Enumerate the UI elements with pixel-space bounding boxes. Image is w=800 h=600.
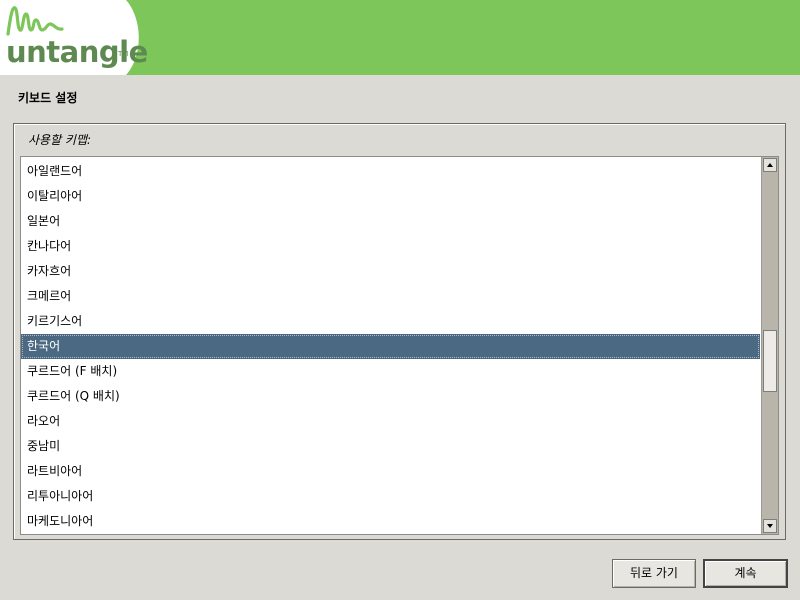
scroll-up-button[interactable] bbox=[763, 158, 777, 172]
list-item[interactable]: 리투아니아어 bbox=[21, 484, 760, 509]
list-item[interactable]: 아일랜드어 bbox=[21, 159, 760, 184]
list-item[interactable]: 카자흐어 bbox=[21, 259, 760, 284]
keymap-label: 사용할 키맵: bbox=[28, 133, 92, 147]
untangle-logo: untangle TM bbox=[0, 0, 148, 75]
scroll-thumb[interactable] bbox=[763, 330, 777, 392]
continue-button[interactable]: 계속 bbox=[703, 559, 788, 588]
list-item[interactable]: 마케도니아어 bbox=[21, 509, 760, 534]
back-button[interactable]: 뒤로 가기 bbox=[612, 559, 696, 588]
list-item-selected[interactable]: 한국어 bbox=[21, 334, 760, 359]
list-item[interactable]: 크메르어 bbox=[21, 284, 760, 309]
keymap-list[interactable]: 아일랜드어 이탈리아어 일본어 칸나다어 카자흐어 크메르어 키르기스어 한국어… bbox=[20, 156, 779, 535]
list-item[interactable]: 쿠르드어 (F 배치) bbox=[21, 359, 760, 384]
logo-trademark: TM bbox=[118, 50, 129, 58]
scroll-down-button[interactable] bbox=[763, 519, 777, 533]
arrow-up-icon bbox=[767, 163, 773, 167]
list-item[interactable]: 칸나다어 bbox=[21, 234, 760, 259]
page-title: 키보드 설정 bbox=[18, 91, 78, 105]
vertical-scrollbar[interactable] bbox=[761, 157, 778, 534]
list-item[interactable]: 키르기스어 bbox=[21, 309, 760, 334]
list-item[interactable]: 라오어 bbox=[21, 409, 760, 434]
list-item[interactable]: 일본어 bbox=[21, 209, 760, 234]
keymap-list-items: 아일랜드어 이탈리아어 일본어 칸나다어 카자흐어 크메르어 키르기스어 한국어… bbox=[21, 159, 760, 534]
arrow-down-icon bbox=[767, 524, 773, 528]
list-item[interactable]: 이탈리아어 bbox=[21, 184, 760, 209]
list-item[interactable]: 쿠르드어 (Q 배치) bbox=[21, 384, 760, 409]
header-banner: untangle TM bbox=[0, 0, 800, 75]
list-item[interactable]: 라트비아어 bbox=[21, 459, 760, 484]
list-item[interactable]: 중남미 bbox=[21, 434, 760, 459]
